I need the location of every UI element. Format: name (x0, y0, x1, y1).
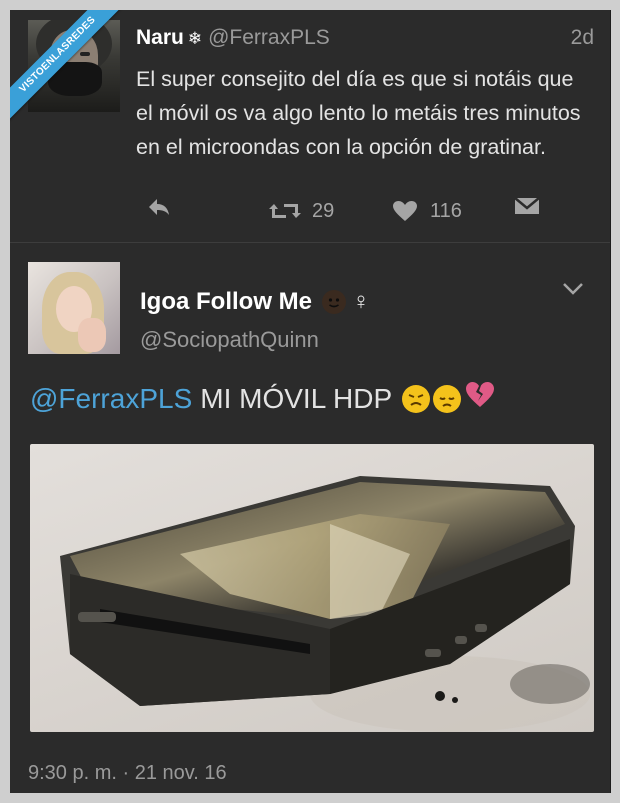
retweet-count: 29 (312, 200, 335, 222)
user-name[interactable]: Naru (136, 26, 184, 49)
watermark: VISTOENLASREDES (10, 10, 130, 130)
user-name[interactable]: Igoa Follow Me (140, 288, 312, 316)
broken-heart-icon (465, 381, 495, 416)
tweet-text: @FerraxPLS MI MÓVIL HDP (30, 381, 495, 416)
retweet-icon (269, 204, 301, 218)
tweet-screenshot: VISTOENLASREDES Naru ❄ @FerraxPLS 2d El su… (10, 10, 611, 793)
angry-face-icon (402, 384, 431, 413)
user-handle[interactable]: @FerraxPLS (208, 26, 330, 49)
chevron-down-icon[interactable] (562, 282, 584, 301)
tweet-body: MI MÓVIL HDP (200, 382, 393, 414)
watermark-text: VISTOENLASREDES (10, 10, 130, 127)
heart-icon (393, 201, 417, 221)
tweet-actions: 29 116 (136, 196, 606, 226)
attached-photo[interactable] (30, 444, 594, 732)
tweet-time[interactable]: 2d (571, 26, 594, 50)
like-count: 116 (430, 200, 462, 222)
user-name-row: Igoa Follow Me ♀ (140, 288, 370, 316)
message-button[interactable] (514, 196, 540, 216)
reply-button[interactable] (146, 196, 172, 218)
user-handle[interactable]: @SociopathQuinn (140, 327, 319, 353)
reply-icon (149, 199, 169, 215)
mention-link[interactable]: @FerraxPLS (30, 383, 192, 415)
tweet-timestamp[interactable]: 9:30 p. m. · 21 nov. 16 (28, 762, 227, 785)
slightly-smiling-face-icon (322, 290, 346, 314)
sad-face-icon (433, 384, 462, 413)
like-button[interactable]: 116 (392, 196, 462, 226)
avatar[interactable] (28, 262, 120, 354)
tweet-text: El super consejito del día es que si not… (136, 67, 581, 159)
snowflake-icon: ❄ (187, 29, 203, 48)
tweet-header: Naru ❄ @FerraxPLS (136, 26, 330, 50)
retweet-button[interactable]: 29 (268, 196, 334, 226)
female-sign-icon: ♀ (352, 288, 370, 315)
envelope-icon (514, 197, 540, 214)
